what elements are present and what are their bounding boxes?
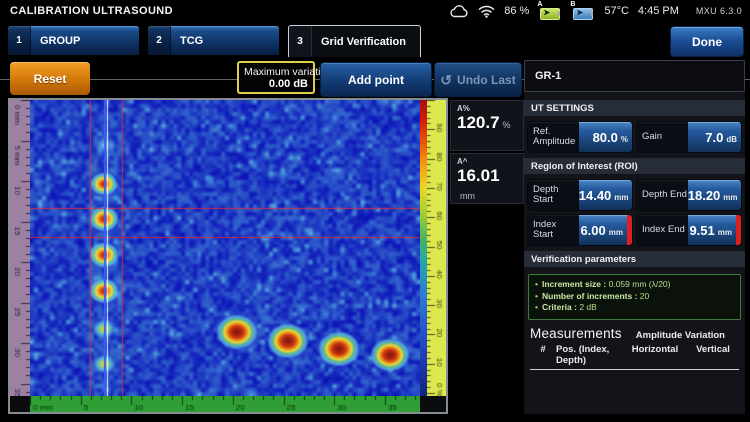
readout-amplitude[interactable]: A% 120.7% <box>450 100 524 151</box>
tab-grid-verification[interactable]: 3 Grid Verification <box>288 25 421 57</box>
status-indicators: 86 % A ➤ B ➤ 57°C 4:45 PM MXU 6.3.0 <box>449 1 750 20</box>
measurements-section: Measurements Amplitude Variation # Pos. … <box>524 320 745 370</box>
tab-bar: 1 GROUP 2 TCG 3 Grid Verification Done <box>0 22 750 80</box>
percent-ruler <box>427 100 446 396</box>
invalid-indicator <box>627 215 632 245</box>
gain-field[interactable]: Gain 7.0 dB <box>637 122 741 152</box>
verification-item: • Criteria : 2 dB <box>535 302 597 312</box>
software-version: MXU 6.3.0 <box>695 6 742 16</box>
tab-group[interactable]: 1 GROUP <box>8 26 139 55</box>
maximum-variation-label: Maximum variation <box>244 65 333 78</box>
undo-last-button[interactable]: ↺ Undo Last <box>434 62 522 97</box>
ultrasound-scan-canvas[interactable] <box>30 100 420 396</box>
clock: 4:45 PM <box>637 5 679 17</box>
settings-panel: GR-1 UT SETTINGS Ref. Amplitude 80.0% Ga… <box>524 60 745 414</box>
roi-fields: Depth Start 14.40 mm Depth End 18.20 mm In… <box>524 175 745 251</box>
depth-start-field[interactable]: Depth Start 14.40 mm <box>528 180 632 210</box>
measurements-table-header: # Pos. (Index, Depth) Horizontal Vertica… <box>530 344 739 370</box>
verification-item: • Increment size : 0.059 mm (λ/20) <box>535 279 671 289</box>
verification-parameters-box: • Increment size : 0.059 mm (λ/20) • Numbe… <box>528 274 741 320</box>
cloud-icon <box>449 4 469 18</box>
verification-item: • Number of increments : 20 <box>535 290 650 301</box>
roi-header: Region of Interest (ROI) <box>524 158 745 175</box>
page-title: CALIBRATION ULTRASOUND <box>10 5 173 17</box>
toolbar: Reset Maximum variation 0.00 dB Add poin… <box>0 58 524 98</box>
ut-settings-header: UT SETTINGS <box>524 100 745 117</box>
ut-settings-fields: Ref. Amplitude 80.0% Gain 7.0 dB <box>524 117 745 158</box>
maximum-variation-field[interactable]: Maximum variation 0.00 dB <box>237 61 333 94</box>
maximum-variation-value: 0.00 dB <box>268 77 308 90</box>
depth-end-field[interactable]: Depth End 18.20 mm <box>637 180 741 210</box>
add-point-button[interactable]: Add point <box>320 62 432 97</box>
scan-view-frame <box>8 98 448 414</box>
tab-tcg[interactable]: 2 TCG <box>148 26 279 55</box>
battery-percent: 86 % <box>504 5 530 17</box>
wifi-icon <box>478 5 495 18</box>
verification-parameters-header: Verification parameters <box>524 251 745 268</box>
battery-a-icon: A ➤ <box>537 1 562 20</box>
index-end-field[interactable]: Index End 9.51 mm <box>637 215 741 245</box>
undo-icon: ↺ <box>440 71 453 88</box>
invalid-indicator <box>736 215 741 245</box>
index-ruler <box>30 396 420 412</box>
index-start-field[interactable]: Index Start 6.00 mm <box>528 215 632 245</box>
measurements-title: Measurements <box>530 325 622 341</box>
amplitude-variation-header: Amplitude Variation <box>635 329 725 341</box>
group-badge: GR-1 <box>524 60 745 92</box>
status-bar: CALIBRATION ULTRASOUND 86 % A ➤ B ➤ 57°C… <box>0 0 750 22</box>
readout-depth[interactable]: A^ 16.01mm <box>450 153 524 204</box>
undo-last-label: Undo Last <box>457 72 516 87</box>
amplitude-colorbar <box>420 100 427 396</box>
ref-amplitude-field[interactable]: Ref. Amplitude 80.0% <box>528 122 632 152</box>
done-button[interactable]: Done <box>670 26 744 57</box>
omniscan-app: CALIBRATION ULTRASOUND 86 % A ➤ B ➤ 57°C… <box>0 0 750 422</box>
battery-b-icon: B ➤ <box>570 1 595 20</box>
reset-button[interactable]: Reset <box>10 62 90 95</box>
temperature-readout: 57°C <box>604 5 629 17</box>
depth-ruler <box>10 100 30 396</box>
